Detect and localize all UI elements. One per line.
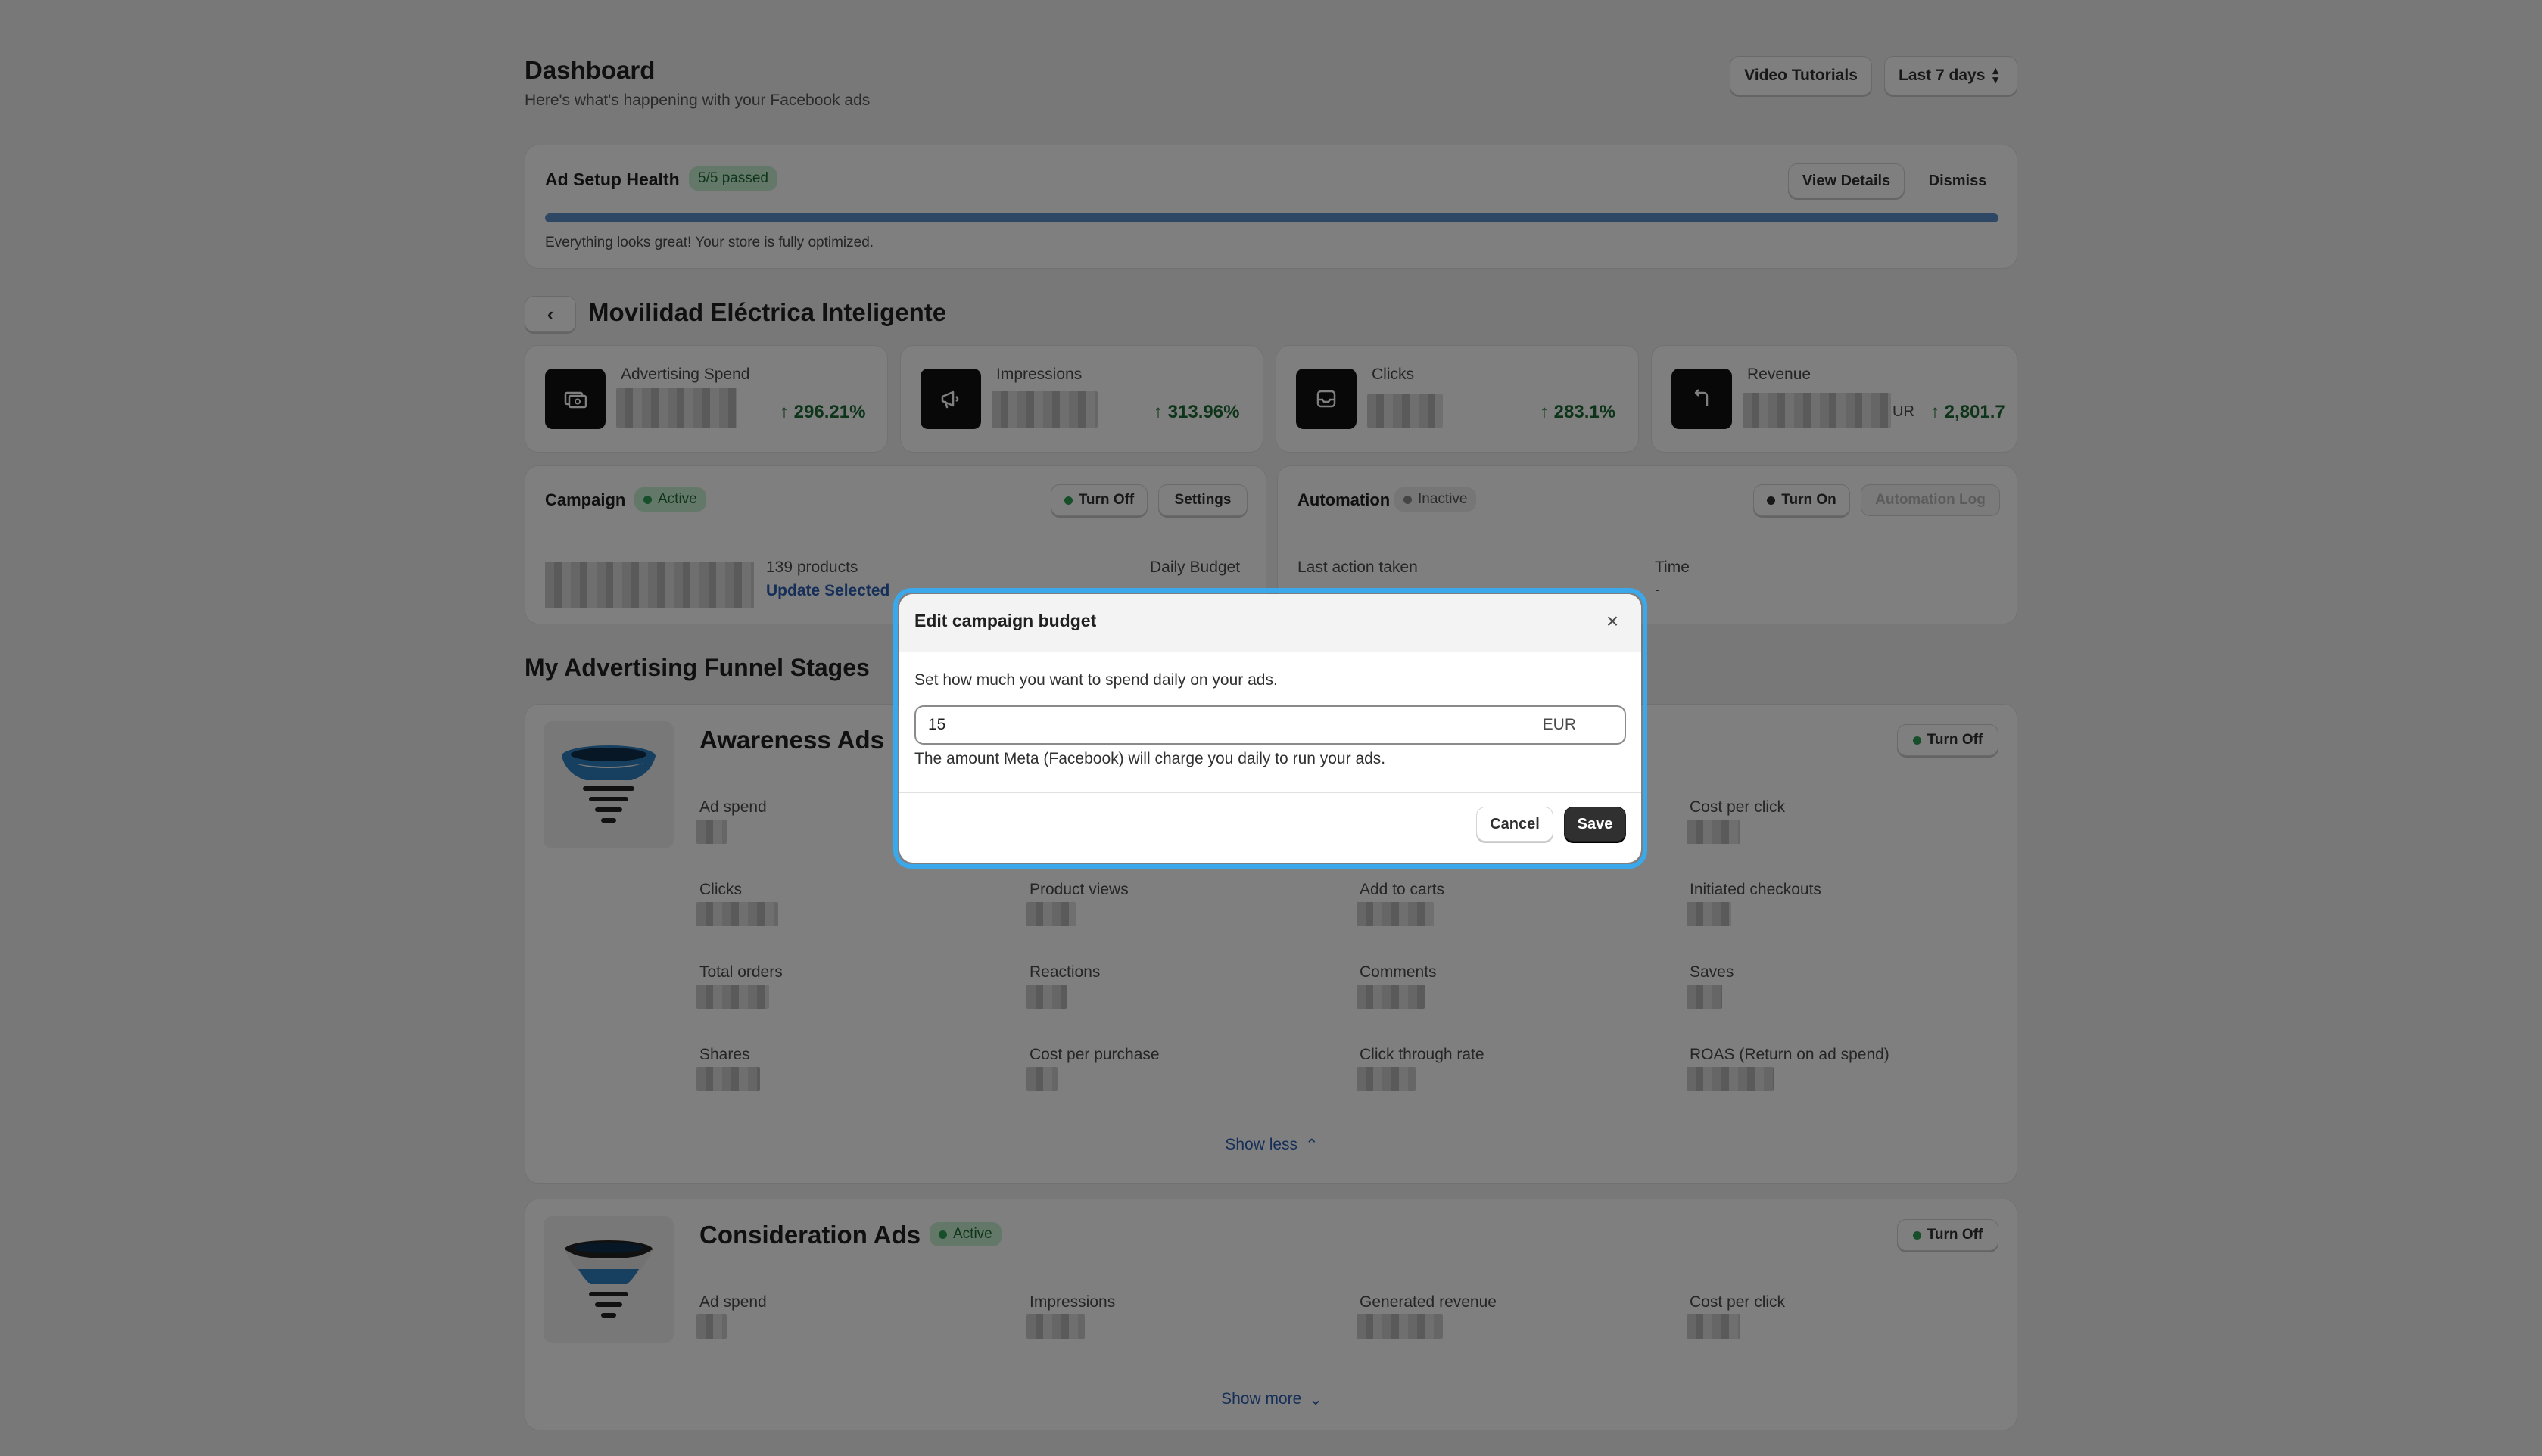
budget-input-value: 15 — [928, 716, 946, 733]
save-button[interactable]: Save — [1564, 807, 1626, 842]
currency-suffix: EUR — [1542, 716, 1576, 733]
modal-description: Set how much you want to spend daily on … — [914, 671, 1278, 689]
cancel-button[interactable]: Cancel — [1476, 807, 1553, 842]
modal-title: Edit campaign budget — [914, 611, 1097, 630]
budget-input[interactable]: 15 EUR — [914, 705, 1626, 745]
modal-header: Edit campaign budget × — [899, 594, 1641, 652]
close-icon[interactable]: × — [1599, 608, 1626, 635]
budget-help-text: The amount Meta (Facebook) will charge y… — [914, 750, 1386, 767]
edit-budget-modal: Edit campaign budget × Set how much you … — [899, 594, 1641, 863]
modal-footer: Cancel Save — [899, 792, 1641, 863]
